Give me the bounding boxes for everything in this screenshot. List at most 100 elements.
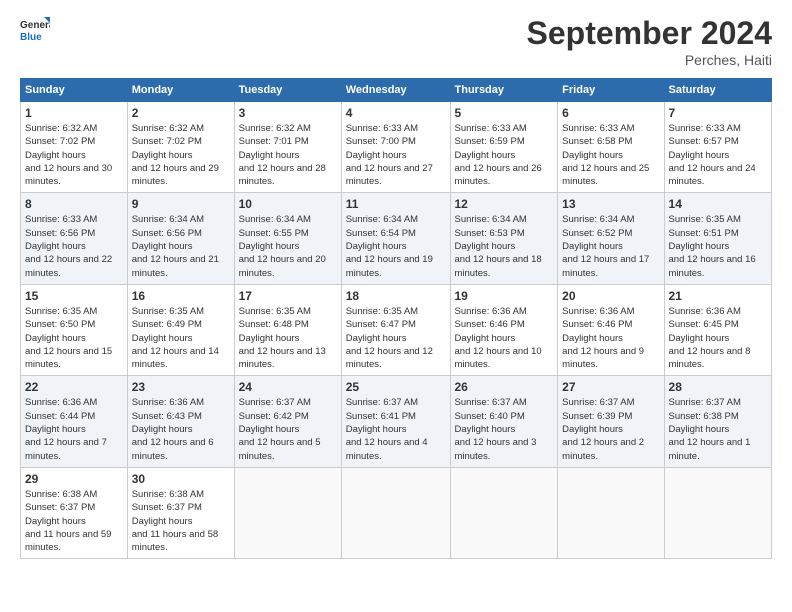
day-number: 14 [669, 197, 767, 211]
day-number: 16 [132, 289, 230, 303]
day-number: 30 [132, 472, 230, 486]
day-info: Sunrise: 6:32 AMSunset: 7:01 PMDaylight … [239, 123, 326, 187]
day-number: 17 [239, 289, 337, 303]
day-cell: 21 Sunrise: 6:36 AMSunset: 6:45 PMDaylig… [664, 284, 771, 375]
title-block: September 2024 Perches, Haiti [527, 15, 772, 68]
day-cell: 9 Sunrise: 6:34 AMSunset: 6:56 PMDayligh… [127, 193, 234, 284]
day-info: Sunrise: 6:36 AMSunset: 6:44 PMDaylight … [25, 397, 107, 461]
svg-text:General: General [20, 20, 50, 31]
day-number: 7 [669, 106, 767, 120]
day-number: 24 [239, 380, 337, 394]
day-cell: 23 Sunrise: 6:36 AMSunset: 6:43 PMDaylig… [127, 376, 234, 467]
day-cell: 16 Sunrise: 6:35 AMSunset: 6:49 PMDaylig… [127, 284, 234, 375]
day-info: Sunrise: 6:34 AMSunset: 6:53 PMDaylight … [455, 214, 542, 278]
day-cell: 1 Sunrise: 6:32 AMSunset: 7:02 PMDayligh… [21, 102, 128, 193]
day-info: Sunrise: 6:37 AMSunset: 6:42 PMDaylight … [239, 397, 321, 461]
day-info: Sunrise: 6:38 AMSunset: 6:37 PMDaylight … [132, 489, 218, 553]
day-info: Sunrise: 6:33 AMSunset: 6:57 PMDaylight … [669, 123, 756, 187]
day-cell: 4 Sunrise: 6:33 AMSunset: 7:00 PMDayligh… [341, 102, 450, 193]
day-cell: 20 Sunrise: 6:36 AMSunset: 6:46 PMDaylig… [558, 284, 664, 375]
col-sunday: Sunday [21, 79, 128, 102]
day-number: 27 [562, 380, 659, 394]
day-cell: 27 Sunrise: 6:37 AMSunset: 6:39 PMDaylig… [558, 376, 664, 467]
day-number: 5 [455, 106, 554, 120]
day-info: Sunrise: 6:35 AMSunset: 6:51 PMDaylight … [669, 214, 756, 278]
day-cell: 13 Sunrise: 6:34 AMSunset: 6:52 PMDaylig… [558, 193, 664, 284]
day-cell: 25 Sunrise: 6:37 AMSunset: 6:41 PMDaylig… [341, 376, 450, 467]
day-number: 26 [455, 380, 554, 394]
day-cell: 28 Sunrise: 6:37 AMSunset: 6:38 PMDaylig… [664, 376, 771, 467]
month-title: September 2024 [527, 15, 772, 52]
day-number: 9 [132, 197, 230, 211]
day-info: Sunrise: 6:35 AMSunset: 6:47 PMDaylight … [346, 306, 433, 370]
day-cell: 26 Sunrise: 6:37 AMSunset: 6:40 PMDaylig… [450, 376, 558, 467]
day-info: Sunrise: 6:33 AMSunset: 6:59 PMDaylight … [455, 123, 542, 187]
day-cell [558, 467, 664, 558]
day-cell: 11 Sunrise: 6:34 AMSunset: 6:54 PMDaylig… [341, 193, 450, 284]
day-number: 28 [669, 380, 767, 394]
day-number: 4 [346, 106, 446, 120]
day-info: Sunrise: 6:32 AMSunset: 7:02 PMDaylight … [25, 123, 112, 187]
day-cell: 15 Sunrise: 6:35 AMSunset: 6:50 PMDaylig… [21, 284, 128, 375]
week-row-5: 29 Sunrise: 6:38 AMSunset: 6:37 PMDaylig… [21, 467, 772, 558]
day-info: Sunrise: 6:37 AMSunset: 6:38 PMDaylight … [669, 397, 751, 461]
location: Perches, Haiti [527, 52, 772, 68]
day-info: Sunrise: 6:37 AMSunset: 6:40 PMDaylight … [455, 397, 537, 461]
day-info: Sunrise: 6:35 AMSunset: 6:49 PMDaylight … [132, 306, 219, 370]
day-info: Sunrise: 6:36 AMSunset: 6:45 PMDaylight … [669, 306, 751, 370]
day-number: 13 [562, 197, 659, 211]
svg-text:Blue: Blue [20, 32, 42, 43]
day-info: Sunrise: 6:37 AMSunset: 6:39 PMDaylight … [562, 397, 644, 461]
day-info: Sunrise: 6:37 AMSunset: 6:41 PMDaylight … [346, 397, 428, 461]
day-cell [234, 467, 341, 558]
day-cell: 5 Sunrise: 6:33 AMSunset: 6:59 PMDayligh… [450, 102, 558, 193]
day-cell: 18 Sunrise: 6:35 AMSunset: 6:47 PMDaylig… [341, 284, 450, 375]
day-info: Sunrise: 6:34 AMSunset: 6:56 PMDaylight … [132, 214, 219, 278]
day-number: 6 [562, 106, 659, 120]
week-row-3: 15 Sunrise: 6:35 AMSunset: 6:50 PMDaylig… [21, 284, 772, 375]
col-thursday: Thursday [450, 79, 558, 102]
calendar-table: Sunday Monday Tuesday Wednesday Thursday… [20, 78, 772, 559]
day-number: 8 [25, 197, 123, 211]
day-number: 3 [239, 106, 337, 120]
logo-icon: General Blue [20, 15, 50, 45]
day-info: Sunrise: 6:33 AMSunset: 6:56 PMDaylight … [25, 214, 112, 278]
col-saturday: Saturday [664, 79, 771, 102]
day-info: Sunrise: 6:36 AMSunset: 6:46 PMDaylight … [562, 306, 644, 370]
day-info: Sunrise: 6:34 AMSunset: 6:55 PMDaylight … [239, 214, 326, 278]
day-cell [341, 467, 450, 558]
calendar-page: General Blue September 2024 Perches, Hai… [0, 0, 792, 612]
day-number: 23 [132, 380, 230, 394]
day-cell: 12 Sunrise: 6:34 AMSunset: 6:53 PMDaylig… [450, 193, 558, 284]
day-number: 15 [25, 289, 123, 303]
day-cell: 14 Sunrise: 6:35 AMSunset: 6:51 PMDaylig… [664, 193, 771, 284]
day-cell: 7 Sunrise: 6:33 AMSunset: 6:57 PMDayligh… [664, 102, 771, 193]
logo: General Blue [20, 15, 54, 45]
day-info: Sunrise: 6:34 AMSunset: 6:52 PMDaylight … [562, 214, 649, 278]
day-number: 22 [25, 380, 123, 394]
day-cell: 6 Sunrise: 6:33 AMSunset: 6:58 PMDayligh… [558, 102, 664, 193]
week-row-1: 1 Sunrise: 6:32 AMSunset: 7:02 PMDayligh… [21, 102, 772, 193]
day-number: 25 [346, 380, 446, 394]
day-info: Sunrise: 6:33 AMSunset: 7:00 PMDaylight … [346, 123, 433, 187]
day-cell: 2 Sunrise: 6:32 AMSunset: 7:02 PMDayligh… [127, 102, 234, 193]
header-row: Sunday Monday Tuesday Wednesday Thursday… [21, 79, 772, 102]
day-cell: 8 Sunrise: 6:33 AMSunset: 6:56 PMDayligh… [21, 193, 128, 284]
calendar-body: 1 Sunrise: 6:32 AMSunset: 7:02 PMDayligh… [21, 102, 772, 559]
col-monday: Monday [127, 79, 234, 102]
day-cell: 19 Sunrise: 6:36 AMSunset: 6:46 PMDaylig… [450, 284, 558, 375]
day-info: Sunrise: 6:33 AMSunset: 6:58 PMDaylight … [562, 123, 649, 187]
day-cell: 30 Sunrise: 6:38 AMSunset: 6:37 PMDaylig… [127, 467, 234, 558]
day-number: 19 [455, 289, 554, 303]
day-number: 20 [562, 289, 659, 303]
day-number: 10 [239, 197, 337, 211]
week-row-4: 22 Sunrise: 6:36 AMSunset: 6:44 PMDaylig… [21, 376, 772, 467]
day-info: Sunrise: 6:35 AMSunset: 6:48 PMDaylight … [239, 306, 326, 370]
day-number: 12 [455, 197, 554, 211]
day-cell: 29 Sunrise: 6:38 AMSunset: 6:37 PMDaylig… [21, 467, 128, 558]
col-friday: Friday [558, 79, 664, 102]
week-row-2: 8 Sunrise: 6:33 AMSunset: 6:56 PMDayligh… [21, 193, 772, 284]
day-cell: 3 Sunrise: 6:32 AMSunset: 7:01 PMDayligh… [234, 102, 341, 193]
day-info: Sunrise: 6:36 AMSunset: 6:46 PMDaylight … [455, 306, 542, 370]
day-number: 2 [132, 106, 230, 120]
